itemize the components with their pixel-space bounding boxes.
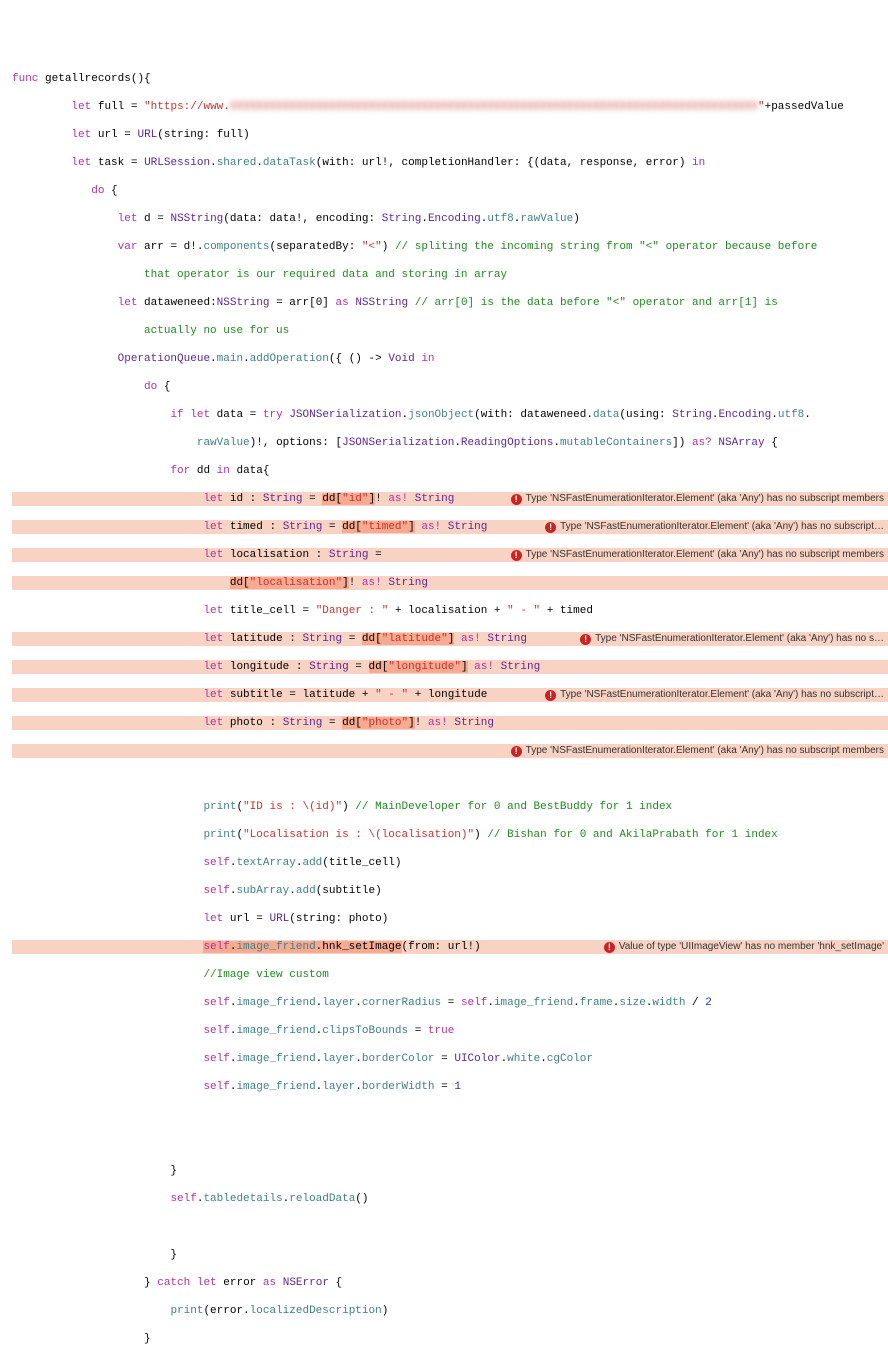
error-icon: ! [511,494,522,505]
code-editor[interactable]: func getallrecords(){ let full = "https:… [12,58,888,1358]
error-badge[interactable]: !Type 'NSFastEnumerationIterator.Element… [543,688,888,702]
error-badge[interactable]: !Type 'NSFastEnumerationIterator.Element… [509,548,888,562]
code-line: func getallrecords(){ [12,72,888,86]
error-badge[interactable]: !Type 'NSFastEnumerationIterator.Element… [543,520,888,534]
error-icon: ! [545,522,556,533]
error-icon: ! [511,550,522,561]
error-icon: ! [545,690,556,701]
error-icon: ! [511,746,522,757]
error-badge[interactable]: !Type 'NSFastEnumerationIterator.Element… [578,632,888,646]
error-badge[interactable]: !Type 'NSFastEnumerationIterator.Element… [509,492,888,506]
error-badge[interactable]: !Value of type 'UIImageView' has no memb… [602,940,888,954]
error-icon: ! [604,942,615,953]
error-badge[interactable]: !Type 'NSFastEnumerationIterator.Element… [509,744,888,758]
error-icon: ! [580,634,591,645]
